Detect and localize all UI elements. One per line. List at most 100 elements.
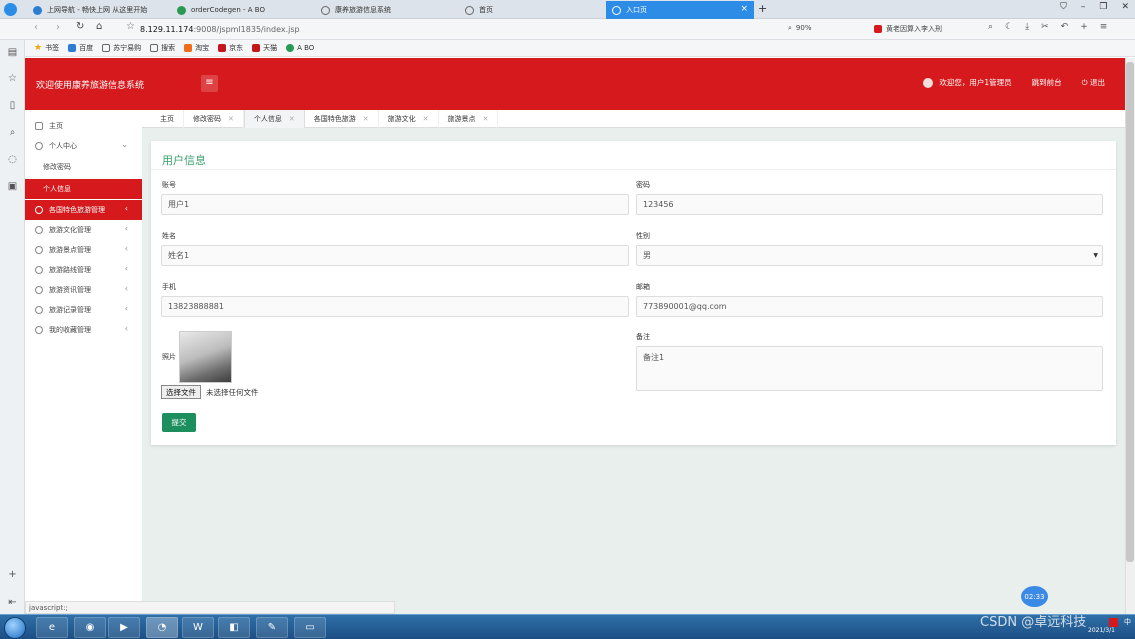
download-icon[interactable]: ⤓: [1025, 22, 1029, 32]
bookmark-4[interactable]: 淘宝: [184, 43, 209, 53]
scrollbar-thumb[interactable]: [1126, 62, 1134, 562]
night-mode-icon[interactable]: ☾: [1005, 22, 1013, 32]
remark-textarea[interactable]: 备注1: [636, 346, 1103, 391]
paint-icon[interactable]: ✎: [256, 617, 288, 638]
bookmark-1[interactable]: 百度: [68, 43, 93, 53]
minimize-icon[interactable]: –: [1081, 2, 1086, 12]
close-tab-icon[interactable]: ×: [740, 4, 748, 14]
clock-badge[interactable]: 02:33: [1021, 586, 1048, 607]
name-field[interactable]: 姓名1: [161, 245, 629, 266]
content-tab-featured-travel[interactable]: 各国特色旅游 ✕: [305, 110, 379, 128]
browser-tab-1[interactable]: orderCodegen - A BO: [171, 1, 319, 19]
bookmark-6[interactable]: 天猫: [252, 43, 277, 53]
sidebar-item-favorites[interactable]: 我的收藏管理 ‹: [25, 320, 142, 340]
welcome-user: 欢迎您，用户1管理员: [923, 77, 1012, 88]
content-tab-attractions[interactable]: 旅游景点 ✕: [439, 110, 499, 128]
active-browser-icon[interactable]: ◔: [146, 617, 178, 638]
app-icon[interactable]: ◧: [218, 617, 250, 638]
sidebar-item-routes[interactable]: 旅游路线管理 ‹: [25, 260, 142, 280]
sidebar-item-personal-center[interactable]: 个人中心 ⌄: [25, 136, 142, 156]
sogou-icon[interactable]: [1109, 617, 1118, 627]
close-icon[interactable]: ✕: [423, 115, 429, 123]
password-field[interactable]: 123456: [636, 194, 1103, 215]
browser-tab-4-active[interactable]: 入口页 ×: [606, 1, 754, 19]
logout-link[interactable]: ⏻ 退出: [1082, 77, 1105, 88]
media-player-icon[interactable]: ▶: [108, 617, 140, 638]
menu-toggle-button[interactable]: ≡: [201, 75, 218, 92]
start-button[interactable]: [4, 617, 26, 639]
word-icon[interactable]: W: [182, 617, 214, 638]
gender-value: 男: [643, 251, 651, 260]
content-tab-culture[interactable]: 旅游文化 ✕: [379, 110, 439, 128]
home-icon[interactable]: ⌂: [96, 21, 102, 32]
sidebar-item-news[interactable]: 旅游资讯管理 ‹: [25, 280, 142, 300]
bookmark-star-icon[interactable]: ☆: [126, 21, 135, 32]
add-icon[interactable]: +: [1080, 22, 1088, 32]
browser-tab-3[interactable]: 首页: [459, 1, 607, 19]
translate-icon[interactable]: ▣: [6, 180, 19, 193]
submit-button[interactable]: 提交: [162, 413, 196, 432]
restore-icon[interactable]: ❐: [1099, 2, 1107, 12]
add-icon[interactable]: +: [6, 568, 19, 581]
close-icon[interactable]: ✕: [483, 115, 489, 123]
close-icon[interactable]: ✕: [228, 115, 234, 123]
sidebar-item-culture[interactable]: 旅游文化管理 ‹: [25, 220, 142, 240]
user-icon: [35, 246, 43, 254]
ie-icon[interactable]: e: [36, 617, 68, 638]
goto-front-link[interactable]: 跳到前台: [1032, 77, 1062, 88]
undo-icon[interactable]: ↶: [1061, 22, 1069, 32]
forward-icon[interactable]: ›: [56, 22, 60, 33]
content-tab-change-password[interactable]: 修改密码 ✕: [184, 110, 244, 128]
sidebar-item-personal-info[interactable]: 个人信息: [25, 179, 142, 199]
phone-field[interactable]: 13823888881: [161, 296, 629, 317]
scissors-icon[interactable]: ✂: [1041, 22, 1049, 32]
collapse-icon[interactable]: ⇤: [6, 596, 19, 609]
content-tab-home[interactable]: 主页: [142, 110, 184, 128]
browser-tab-0[interactable]: 上网导航 - 畅快上网 从这里开始: [27, 1, 175, 19]
back-icon[interactable]: ‹: [34, 22, 38, 33]
bookmark-3[interactable]: 搜索: [150, 43, 175, 53]
sidebar-item-attractions[interactable]: 旅游景点管理 ‹: [25, 240, 142, 260]
ime-indicator[interactable]: 中: [1124, 617, 1131, 627]
sidebar-item-change-password[interactable]: 修改密码: [25, 157, 142, 177]
jd-icon: [218, 44, 227, 52]
favorites-icon[interactable]: ☆: [6, 72, 19, 85]
reload-icon[interactable]: ↻: [76, 21, 84, 32]
browser-tab-2[interactable]: 康养旅游信息系统: [315, 1, 463, 19]
folder-icon[interactable]: ▭: [294, 617, 326, 638]
close-window-icon[interactable]: ✕: [1121, 2, 1129, 12]
search-box[interactable]: 黄老因算入李入刑: [874, 24, 942, 34]
globe-icon: [102, 44, 111, 52]
close-icon[interactable]: ✕: [363, 115, 369, 123]
sidebar-item-label: 个人信息: [43, 185, 71, 193]
choose-file-button[interactable]: 选择文件: [161, 385, 201, 399]
account-field[interactable]: 用户1: [161, 194, 629, 215]
browser-logo-icon: [4, 3, 17, 16]
menu-icon[interactable]: ≡: [1100, 22, 1108, 32]
zoom-indicator[interactable]: ⌕ 90%: [788, 24, 811, 33]
reading-icon[interactable]: ▤: [6, 46, 19, 59]
notebook-icon[interactable]: ▯: [6, 99, 19, 112]
close-icon[interactable]: ✕: [289, 115, 295, 123]
bookmark-2[interactable]: 苏宁易购: [102, 43, 141, 53]
new-tab-button[interactable]: +: [758, 2, 767, 15]
email-field[interactable]: 773890001@qq.com: [636, 296, 1103, 317]
pin-icon[interactable]: ⛉: [1060, 2, 1067, 12]
bookmark-5[interactable]: 京东: [218, 43, 243, 53]
bookmark-7[interactable]: A BO: [286, 44, 314, 52]
address-bar[interactable]: 8.129.11.174:9008/jspml1835/index.jsp: [140, 22, 780, 37]
sidebar-item-records[interactable]: 旅游记录管理 ‹: [25, 300, 142, 320]
bookmark-0[interactable]: ★ 书签: [34, 43, 59, 53]
photo-preview: [179, 331, 232, 383]
browser-360-icon[interactable]: ◉: [74, 617, 106, 638]
tab-label: 上网导航 - 畅快上网 从这里开始: [47, 6, 148, 14]
globe-icon: [612, 5, 621, 15]
search-icon[interactable]: ⌕: [988, 22, 993, 32]
content-tab-personal-info[interactable]: 个人信息 ✕: [243, 110, 305, 128]
search-icon[interactable]: ⌕: [6, 126, 19, 139]
divider: [151, 169, 1116, 170]
sidebar-item-home[interactable]: 主页: [25, 116, 142, 136]
chat-icon[interactable]: ◌: [6, 153, 19, 166]
gender-select[interactable]: 男 ▼: [636, 245, 1103, 266]
user-icon: [35, 206, 43, 214]
